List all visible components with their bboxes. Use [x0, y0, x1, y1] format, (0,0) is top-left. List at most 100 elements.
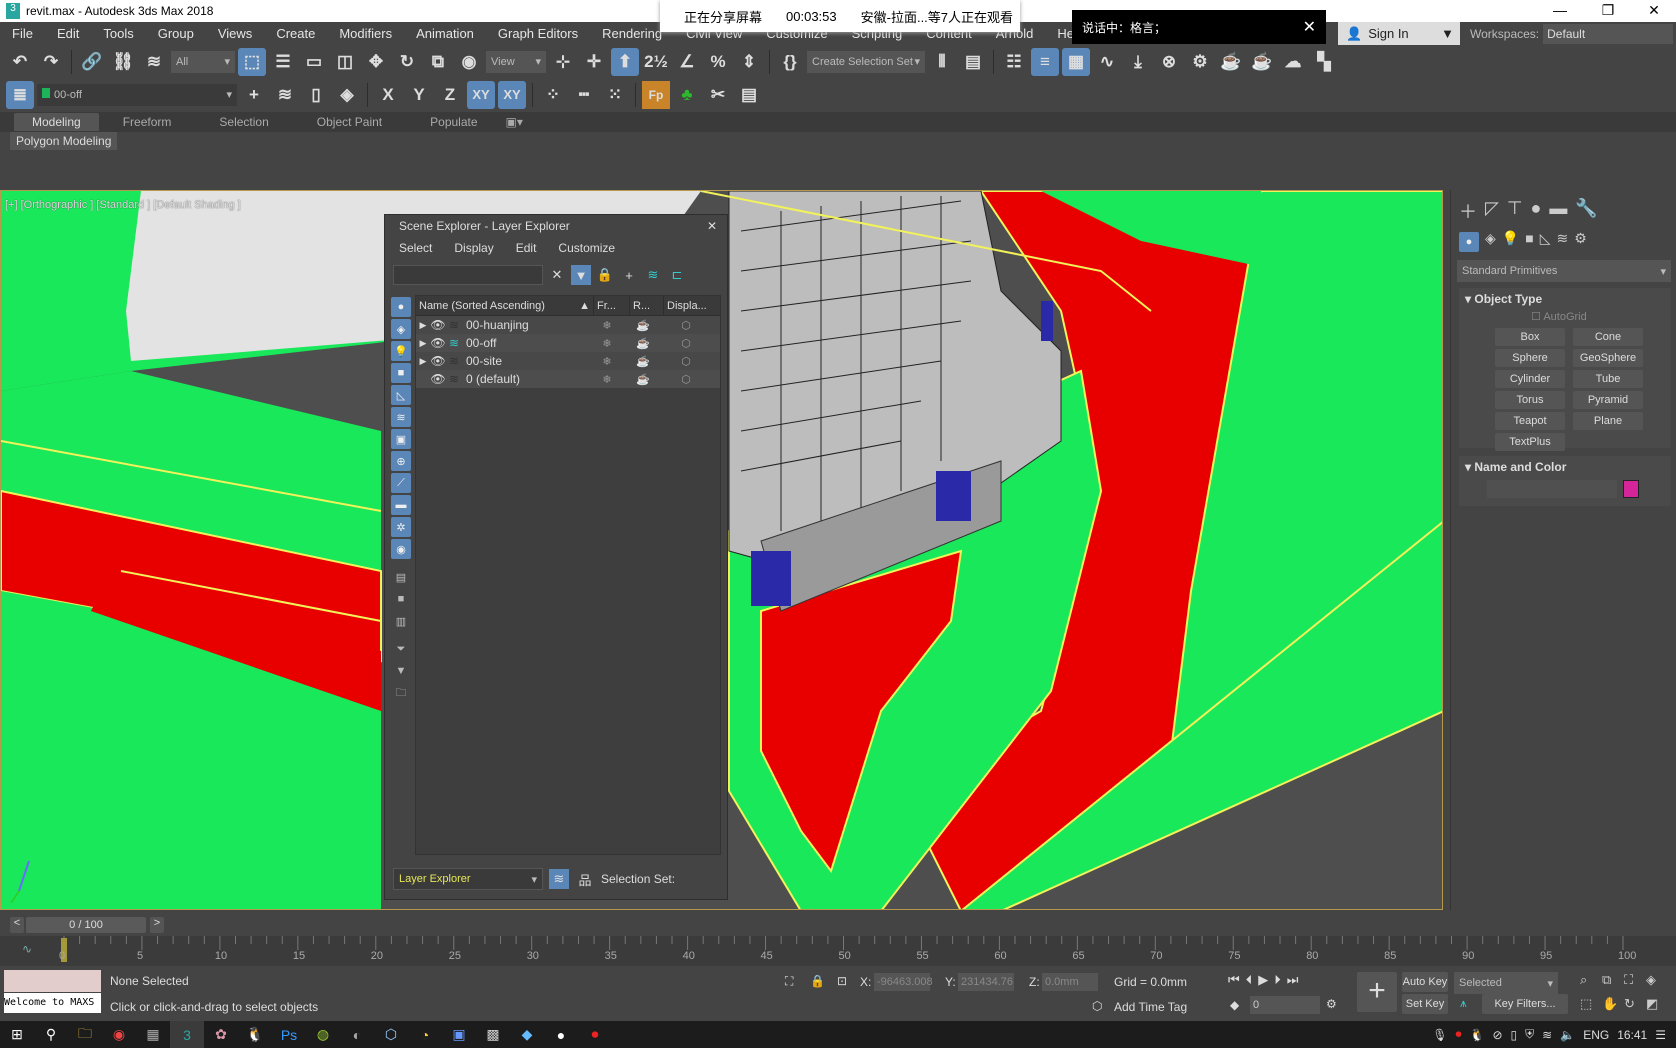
toggle-layer-explorer-icon[interactable]: ≡	[1031, 47, 1059, 76]
scale-icon[interactable]: ⧉	[424, 48, 452, 76]
hierarchy-icon[interactable]: ⊏	[667, 265, 687, 285]
axis-x-button[interactable]: X	[374, 81, 402, 109]
cameras-filter-icon[interactable]: ■	[391, 363, 411, 383]
tools-icon[interactable]: ✂	[704, 81, 732, 109]
menu-file[interactable]: File	[0, 26, 45, 41]
notifications-icon[interactable]: ☰	[1655, 1028, 1666, 1042]
qq-tray-icon[interactable]: 🐧	[1470, 1028, 1485, 1042]
ribbon-options-icon[interactable]: ▣▾	[502, 115, 527, 129]
axis-z-button[interactable]: Z	[436, 81, 464, 109]
app-icon-2[interactable]: ◍	[306, 1021, 340, 1048]
volume-icon[interactable]: 🔈	[1560, 1028, 1575, 1042]
explorer-mode-dropdown[interactable]: Layer Explorer ▾	[393, 868, 543, 890]
rectangular-selection-icon[interactable]: ▭	[300, 48, 328, 76]
window-crossing-icon[interactable]: ◫	[331, 48, 359, 76]
column-name[interactable]: Name (Sorted Ascending) ▲	[416, 296, 594, 315]
maximize-viewport-icon[interactable]: ◩	[1646, 996, 1668, 1012]
spacewarps-filter-icon[interactable]: ≋	[391, 407, 411, 427]
record-icon[interactable]: ⏺	[578, 1021, 612, 1048]
geometry-category-icon[interactable]: ●	[1459, 232, 1479, 252]
zoom-extents-all-icon[interactable]: ◈	[1646, 972, 1668, 988]
qq-icon[interactable]: 🐧	[238, 1021, 272, 1048]
select-object-icon[interactable]: ⬚	[238, 47, 266, 76]
link-icon[interactable]: 🔗	[78, 48, 106, 76]
filter-toggle-icon[interactable]: ⏷	[391, 639, 411, 659]
torus-button[interactable]: Torus	[1495, 391, 1565, 409]
display-box-icon[interactable]: ⬡	[661, 319, 711, 332]
column-freeze[interactable]: Fr...	[594, 296, 630, 315]
wifi-icon[interactable]: ≋	[1542, 1028, 1552, 1042]
default-tangents-icon[interactable]: ⩚	[1460, 996, 1467, 1011]
hierarchy-mode-icon[interactable]: 品	[575, 869, 595, 889]
menu-views[interactable]: Views	[206, 26, 264, 41]
menu-graph-editors[interactable]: Graph Editors	[486, 26, 590, 41]
menu-modifiers[interactable]: Modifiers	[327, 26, 404, 41]
name-color-header[interactable]: ▾ Name and Color	[1459, 456, 1671, 478]
display-box-icon[interactable]: ⬡	[661, 355, 711, 368]
language-indicator[interactable]: ENG	[1583, 1028, 1609, 1042]
menu-tools[interactable]: Tools	[91, 26, 145, 41]
snaps-toggle-icon[interactable]: 2½	[642, 48, 670, 76]
explorer-title-bar[interactable]: Scene Explorer - Layer Explorer ✕	[385, 215, 727, 237]
restore-button[interactable]: ❐	[1588, 0, 1628, 22]
time-slider[interactable]: 0 / 100	[26, 917, 146, 933]
explorer-menu-select[interactable]: Select	[399, 241, 432, 255]
layer-mode-icon[interactable]: ≋	[549, 869, 569, 889]
y-coordinate-field[interactable]: 231434.76	[958, 973, 1014, 991]
app-icon-8[interactable]: ◆	[510, 1021, 544, 1048]
freeze-icon[interactable]: ❄	[589, 355, 625, 368]
calculator-icon[interactable]: ▦	[136, 1021, 170, 1048]
render-teapot-icon[interactable]: ☕	[625, 355, 661, 368]
column-render[interactable]: R...	[630, 296, 664, 315]
prev-frame-button[interactable]: <	[10, 917, 24, 933]
x-coordinate-field[interactable]: -96463.008	[874, 973, 933, 991]
angle-snap-icon[interactable]: ∠	[673, 48, 701, 76]
layer-stack-icon[interactable]: ≋	[446, 336, 462, 350]
isolate-selection-icon[interactable]: ⛶	[785, 974, 793, 989]
chrome-icon[interactable]: ◉	[102, 1021, 136, 1048]
zoom-all-icon[interactable]: ⧉	[1602, 972, 1624, 988]
zoom-icon[interactable]: ⌕	[1580, 972, 1602, 988]
cone-button[interactable]: Cone	[1573, 328, 1643, 346]
hierarchy-tab-icon[interactable]: ⊤	[1507, 198, 1523, 224]
workspace-select[interactable]: Default	[1543, 23, 1674, 44]
column-display[interactable]: Displa...	[664, 296, 714, 315]
edit-named-selection-icon[interactable]: {}	[776, 48, 804, 76]
percent-snap-icon[interactable]: %	[704, 48, 732, 76]
lock-icon[interactable]: 🔒	[595, 265, 615, 285]
filter-icon[interactable]: ▼	[571, 265, 591, 285]
curve-editor-icon[interactable]: ∿	[1093, 48, 1121, 76]
render-cloud-icon[interactable]: ☁	[1279, 48, 1307, 76]
systems-category-icon[interactable]: ⚙	[1574, 230, 1587, 254]
groups-filter-icon[interactable]: ▣	[391, 429, 411, 449]
plane-button[interactable]: Plane	[1573, 412, 1643, 430]
key-filters-button[interactable]: Key Filters...	[1482, 994, 1568, 1014]
display-tab-icon[interactable]: ▬	[1549, 198, 1567, 224]
geosphere-button[interactable]: GeoSphere	[1573, 349, 1643, 367]
menu-animation[interactable]: Animation	[404, 26, 486, 41]
layer-name[interactable]: 00-huanjing	[462, 318, 589, 332]
array-icon[interactable]: ⁘	[539, 81, 567, 109]
freeze-icon[interactable]: ❄	[589, 319, 625, 332]
maxscript-input[interactable]: Welcome to MAXS	[4, 993, 101, 1013]
app-icon-3[interactable]: ◐	[340, 1021, 374, 1048]
list-panel-icon[interactable]: ▤	[735, 81, 763, 109]
textplus-button[interactable]: TextPlus	[1495, 433, 1565, 451]
named-selection-set-dropdown[interactable]: Create Selection Set ▾	[807, 50, 925, 73]
create-new-layer-icon[interactable]: +	[240, 81, 268, 109]
pan-icon[interactable]: ✋	[1602, 996, 1624, 1012]
render-teapot-icon[interactable]: ☕	[625, 319, 661, 332]
freeze-icon[interactable]: ❄	[589, 337, 625, 350]
network-off-icon[interactable]: ⊘	[1492, 1028, 1502, 1042]
set-key-big-button[interactable]: +	[1357, 972, 1397, 1012]
add-to-layer-icon[interactable]: ≋	[271, 81, 299, 109]
cameras-category-icon[interactable]: ■	[1525, 230, 1533, 254]
auto-key-button[interactable]: Auto Key	[1402, 972, 1448, 992]
next-frame-icon[interactable]: ⏵	[1274, 972, 1281, 988]
render-teapot-icon[interactable]: ☕	[625, 337, 661, 350]
visibility-eye-icon[interactable]: 👁	[430, 318, 446, 332]
current-frame-field[interactable]: 0	[1250, 996, 1320, 1014]
tab-freeform[interactable]: Freeform	[99, 115, 196, 129]
display-none-icon[interactable]: ■	[391, 589, 411, 609]
reference-coordinate-dropdown[interactable]: View ▾	[486, 50, 546, 73]
